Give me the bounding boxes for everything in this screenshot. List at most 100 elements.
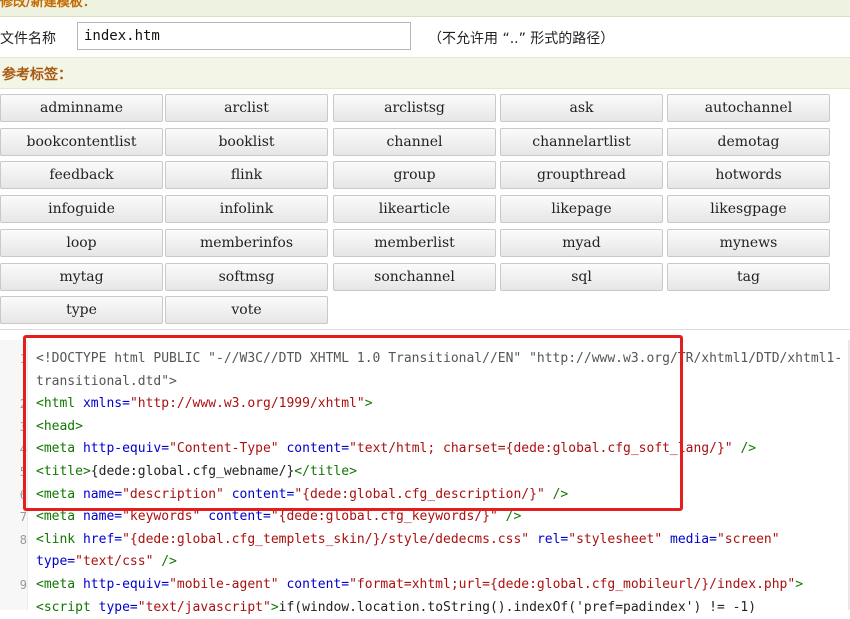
code-token: <script <box>36 600 99 615</box>
code-token: > <box>795 577 804 592</box>
line-number: 5 <box>19 465 27 479</box>
code-token: <link <box>36 532 83 547</box>
file-name-hint: （不允许用 “..” 形式的路径） <box>428 31 615 47</box>
code-token: <html <box>36 396 83 411</box>
code-token: "{dede:global.cfg_description/}" <box>294 487 553 502</box>
code-line: type="text/css" /> <box>36 551 177 573</box>
code-line: <link href="{dede:global.cfg_templets_sk… <box>36 529 780 551</box>
code-token: <!DOCTYPE html PUBLIC "-//W3C//DTD XHTML… <box>36 351 843 366</box>
line-number: 1 <box>19 352 27 366</box>
tag-button-likearticle[interactable]: likearticle <box>333 195 496 223</box>
code-editor[interactable]: 1 <!DOCTYPE html PUBLIC "-//W3C//DTD XHTM… <box>0 340 850 615</box>
tag-button-tag[interactable]: tag <box>667 263 830 291</box>
code-line: <title>{dede:global.cfg_webname/}</title… <box>36 461 357 483</box>
code-token: "http://www.w3.org/1999/xhtml" <box>129 396 365 411</box>
code-line: <!DOCTYPE html PUBLIC "-//W3C//DTD XHTML… <box>36 348 842 370</box>
tag-button-softmsg[interactable]: softmsg <box>165 263 328 291</box>
tag-button-feedback[interactable]: feedback <box>0 161 163 189</box>
tag-button-sql[interactable]: sql <box>500 263 663 291</box>
code-line: <meta name="keywords" content="{dede:glo… <box>36 506 521 528</box>
code-token: http-equiv= <box>82 441 170 456</box>
code-token: "stylesheet" <box>568 532 670 547</box>
tag-button-adminname[interactable]: adminname <box>0 94 163 122</box>
code-token: "{dede:global.cfg_keywords/}" <box>270 509 506 524</box>
tag-button-arclistsg[interactable]: arclistsg <box>333 94 496 122</box>
line-number: 7 <box>19 510 27 524</box>
tag-button-type[interactable]: type <box>0 296 163 324</box>
file-name-row: 文件名称 （不允许用 “..” 形式的路径） <box>0 17 850 57</box>
code-token: /> <box>505 509 522 524</box>
file-name-label: 文件名称 <box>0 31 56 47</box>
code-token: "screen" <box>716 532 780 547</box>
divider <box>0 329 850 330</box>
code-token: <meta <box>36 577 83 592</box>
code-token: "description" <box>122 487 232 502</box>
tag-button-sonchannel[interactable]: sonchannel <box>333 263 496 291</box>
line-number: 8 <box>19 533 27 547</box>
code-token: if(window.location.toString().indexOf('p… <box>278 600 757 615</box>
code-token: rel= <box>536 532 569 547</box>
code-token: <title> <box>36 464 91 479</box>
tag-button-channel[interactable]: channel <box>333 128 496 156</box>
code-token: /> <box>552 487 569 502</box>
code-token: "text/css" <box>75 554 162 569</box>
code-token: <head> <box>36 419 83 434</box>
code-token: "{dede:global.cfg_templets_skin/}/style/… <box>122 532 537 547</box>
code-token: /> <box>161 554 177 569</box>
code-token: "text/html; charset={dede:global.cfg_sof… <box>349 441 741 456</box>
panel-title-bar: 修改/新建模板： <box>0 0 850 17</box>
tag-button-ask[interactable]: ask <box>500 94 663 122</box>
code-token: <meta <box>36 487 83 502</box>
tag-button-likepage[interactable]: likepage <box>500 195 663 223</box>
tag-button-group[interactable]: group <box>333 161 496 189</box>
code-token: <meta <box>36 441 83 456</box>
code-token: transitional.dtd"> <box>36 374 177 389</box>
tag-button-memberlist[interactable]: memberlist <box>333 229 496 257</box>
code-token: name= <box>82 487 123 502</box>
line-number: 2 <box>19 397 27 411</box>
tag-button-mytag[interactable]: mytag <box>0 263 163 291</box>
tag-button-flink[interactable]: flink <box>165 161 328 189</box>
code-line: <meta name="description" content="{dede:… <box>36 484 568 506</box>
code-token: href= <box>82 532 123 547</box>
tag-button-mynews[interactable]: mynews <box>667 229 830 257</box>
code-token: "mobile-agent" <box>169 577 287 592</box>
tag-button-channelartlist[interactable]: channelartlist <box>500 128 663 156</box>
tag-button-loop[interactable]: loop <box>0 229 163 257</box>
line-number: 6 <box>19 488 27 502</box>
tag-button-demotag[interactable]: demotag <box>667 128 830 156</box>
code-token: http-equiv= <box>82 577 170 592</box>
code-token: media= <box>670 532 717 547</box>
code-token: xmlns= <box>82 396 130 411</box>
tag-button-myad[interactable]: myad <box>500 229 663 257</box>
line-number: 9 <box>19 578 27 592</box>
code-token: {dede:global.cfg_webname/} <box>90 464 295 479</box>
code-token: content= <box>286 577 350 592</box>
tag-button-infolink[interactable]: infolink <box>165 195 328 223</box>
tag-button-bookcontentlist[interactable]: bookcontentlist <box>0 128 163 156</box>
code-token: > <box>364 396 373 411</box>
tag-button-hotwords[interactable]: hotwords <box>667 161 830 189</box>
tag-button-likesgpage[interactable]: likesgpage <box>667 195 830 223</box>
code-token: name= <box>82 509 123 524</box>
tag-button-autochannel[interactable]: autochannel <box>667 94 830 122</box>
tag-button-infoguide[interactable]: infoguide <box>0 195 163 223</box>
code-token: </title> <box>294 464 357 479</box>
tag-button-memberinfos[interactable]: memberinfos <box>165 229 328 257</box>
code-token: "keywords" <box>122 509 209 524</box>
reference-tags-label: 参考标签： <box>2 67 72 83</box>
line-number: 3 <box>19 420 27 434</box>
code-line: <html xmlns="http://www.w3.org/1999/xhtm… <box>36 393 373 415</box>
code-token: "text/javascript" <box>137 600 271 615</box>
tag-button-groupthread[interactable]: groupthread <box>500 161 663 189</box>
file-name-input[interactable] <box>77 22 411 50</box>
tag-button-vote[interactable]: vote <box>165 296 328 324</box>
code-token: content= <box>286 441 350 456</box>
tag-button-arclist[interactable]: arclist <box>165 94 328 122</box>
reference-tags-bar: 参考标签： <box>0 57 850 89</box>
code-token: <meta <box>36 509 83 524</box>
code-token: type= <box>98 600 138 615</box>
tag-button-booklist[interactable]: booklist <box>165 128 328 156</box>
code-token: > <box>270 600 279 615</box>
code-line: <meta http-equiv="Content-Type" content=… <box>36 438 756 460</box>
